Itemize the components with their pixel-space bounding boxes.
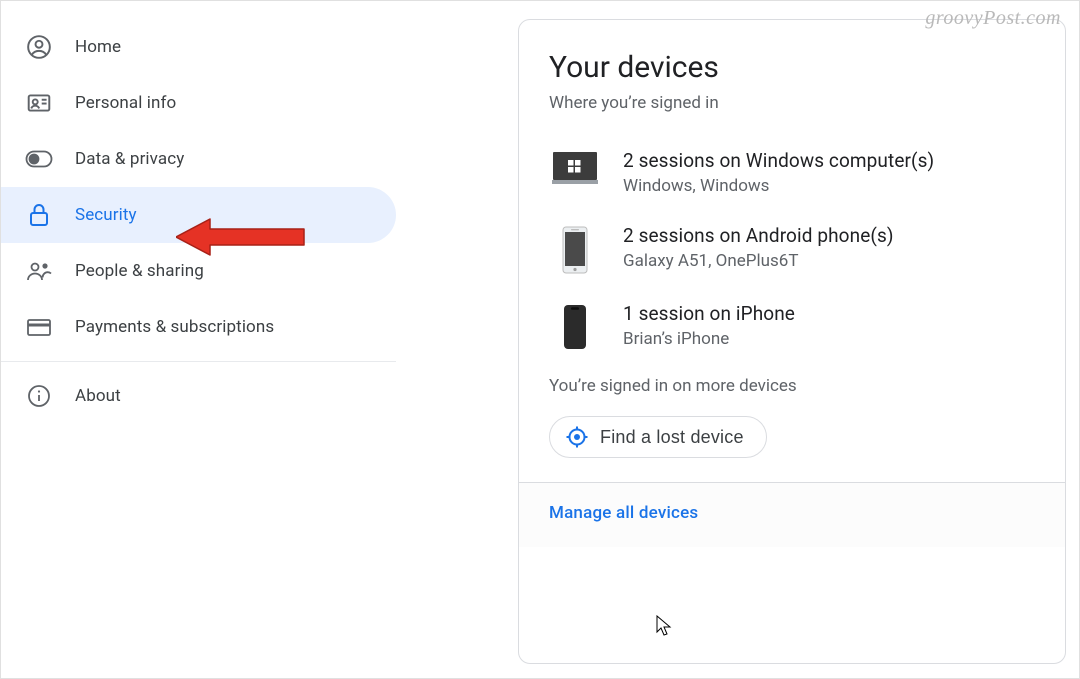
card-title: Your devices	[519, 20, 1065, 91]
card-footer: Manage all devices	[519, 482, 1065, 547]
toggle-icon	[25, 145, 53, 173]
device-detail: Brian’s iPhone	[623, 329, 1035, 349]
sidebar-item-payments[interactable]: Payments & subscriptions	[1, 299, 396, 355]
more-devices-text: You’re signed in on more devices	[519, 364, 1065, 416]
card-subtitle: Where you’re signed in	[519, 91, 1065, 135]
device-row[interactable]: 2 sessions on Android phone(s) Galaxy A5…	[519, 210, 1065, 288]
android-phone-icon	[549, 224, 601, 274]
manage-all-devices-link[interactable]: Manage all devices	[549, 503, 698, 523]
find-lost-device-button[interactable]: Find a lost device	[549, 416, 767, 458]
sidebar-item-label: Security	[75, 205, 137, 225]
sidebar-item-people-sharing[interactable]: People & sharing	[1, 243, 396, 299]
device-detail: Windows, Windows	[623, 176, 1035, 196]
device-title: 2 sessions on Windows computer(s)	[623, 149, 1035, 172]
device-row[interactable]: 1 session on iPhone Brian’s iPhone	[519, 288, 1065, 364]
people-icon	[25, 257, 53, 285]
sidebar-divider	[1, 361, 396, 362]
sidebar-item-label: About	[75, 386, 121, 406]
id-card-icon	[25, 89, 53, 117]
device-row[interactable]: 2 sessions on Windows computer(s) Window…	[519, 135, 1065, 210]
sidebar-item-label: People & sharing	[75, 261, 204, 281]
sidebar-item-label: Data & privacy	[75, 149, 184, 169]
device-title: 2 sessions on Android phone(s)	[623, 224, 1035, 247]
iphone-icon	[549, 302, 601, 350]
sidebar-item-personal-info[interactable]: Personal info	[1, 75, 396, 131]
sidebar-nav: Home Personal info Data & privacy	[1, 19, 396, 424]
info-icon	[25, 382, 53, 410]
sidebar-item-label: Home	[75, 37, 121, 57]
target-icon	[566, 426, 588, 448]
sidebar-item-about[interactable]: About	[1, 368, 396, 424]
sidebar-item-label: Personal info	[75, 93, 176, 113]
device-title: 1 session on iPhone	[623, 302, 1035, 325]
sidebar-item-data-privacy[interactable]: Data & privacy	[1, 131, 396, 187]
device-detail: Galaxy A51, OnePlus6T	[623, 251, 1035, 271]
find-lost-device-label: Find a lost device	[600, 427, 744, 448]
user-circle-icon	[25, 33, 53, 61]
sidebar-item-security[interactable]: Security	[1, 187, 396, 243]
lock-icon	[25, 201, 53, 229]
sidebar-item-home[interactable]: Home	[1, 19, 396, 75]
card-icon	[25, 313, 53, 341]
windows-pc-icon	[549, 149, 601, 185]
your-devices-card: Your devices Where you’re signed in 2 se…	[518, 19, 1066, 664]
sidebar-item-label: Payments & subscriptions	[75, 317, 274, 337]
